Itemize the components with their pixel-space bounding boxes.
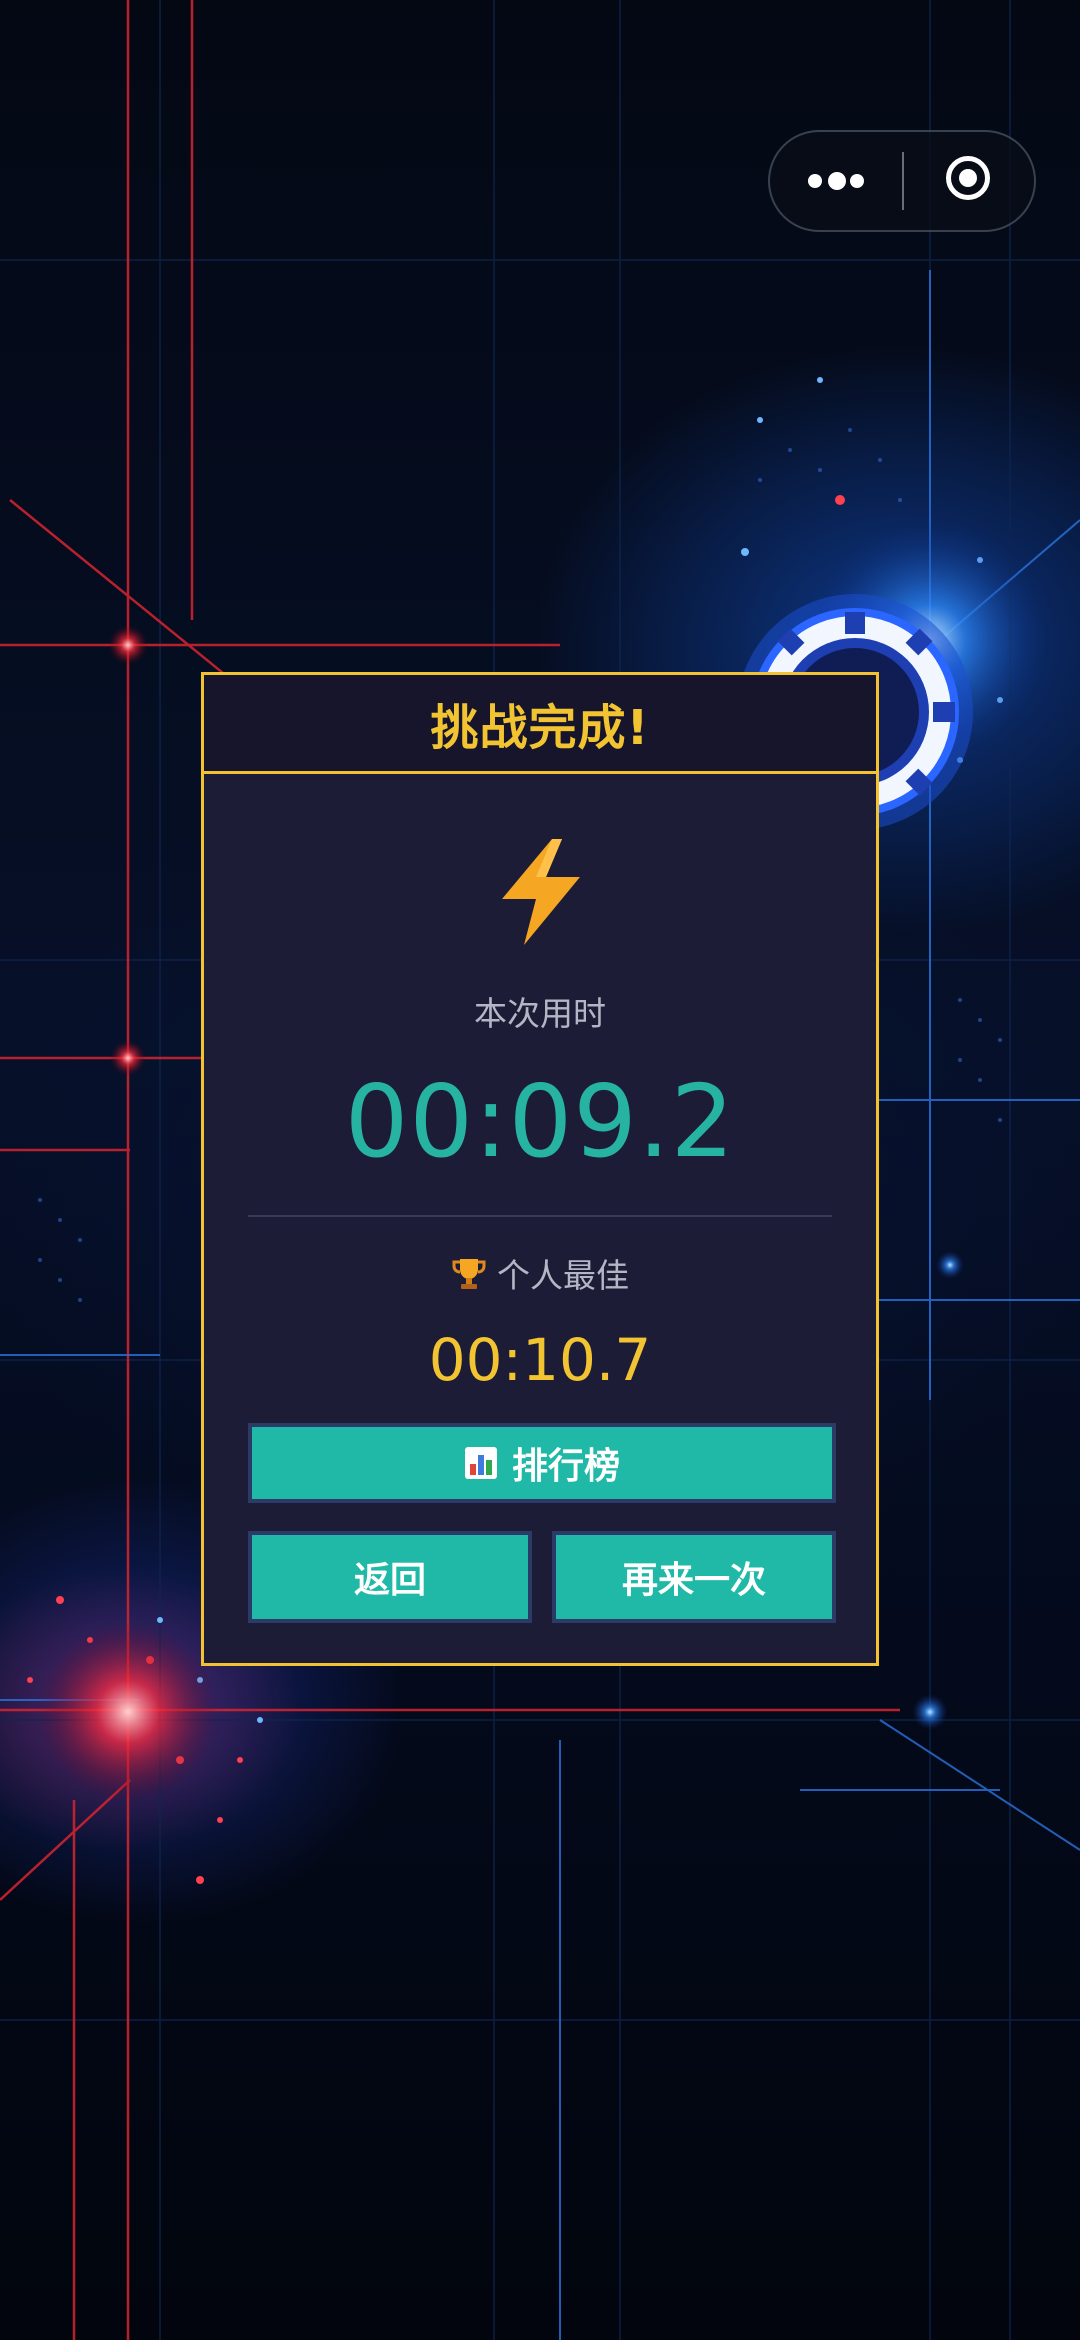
- time-value: 00:09.2: [344, 1063, 736, 1180]
- retry-button[interactable]: 再来一次: [552, 1531, 836, 1623]
- personal-best-row: 个人最佳: [204, 1249, 876, 1297]
- time-label: 本次用时: [474, 994, 606, 1033]
- retry-label: 再来一次: [621, 1560, 766, 1601]
- close-mini-program-button[interactable]: [904, 132, 1034, 230]
- back-button[interactable]: 返回: [248, 1531, 532, 1623]
- lightning-bolt-icon: [502, 839, 580, 945]
- trophy-icon: [452, 1259, 486, 1289]
- leaderboard-label: 排行榜: [511, 1446, 620, 1487]
- leaderboard-button[interactable]: 排行榜: [248, 1423, 836, 1503]
- game-screen: 挑战完成! 本次用时 00:09.2 个人最佳 00:10.7 排行榜 返回 再…: [0, 0, 1080, 2340]
- best-label: 个人最佳: [497, 1256, 629, 1295]
- mini-program-capsule: [768, 130, 1036, 232]
- best-value: 00:10.7: [428, 1326, 652, 1394]
- bar-chart-icon: [464, 1447, 497, 1479]
- back-label: 返回: [353, 1560, 426, 1601]
- more-button[interactable]: [770, 132, 902, 230]
- divider: [248, 1215, 832, 1217]
- result-dialog: 挑战完成! 本次用时 00:09.2 个人最佳 00:10.7 排行榜 返回 再…: [201, 672, 879, 1666]
- dialog-header: 挑战完成!: [204, 675, 876, 774]
- dialog-title: 挑战完成!: [430, 700, 650, 756]
